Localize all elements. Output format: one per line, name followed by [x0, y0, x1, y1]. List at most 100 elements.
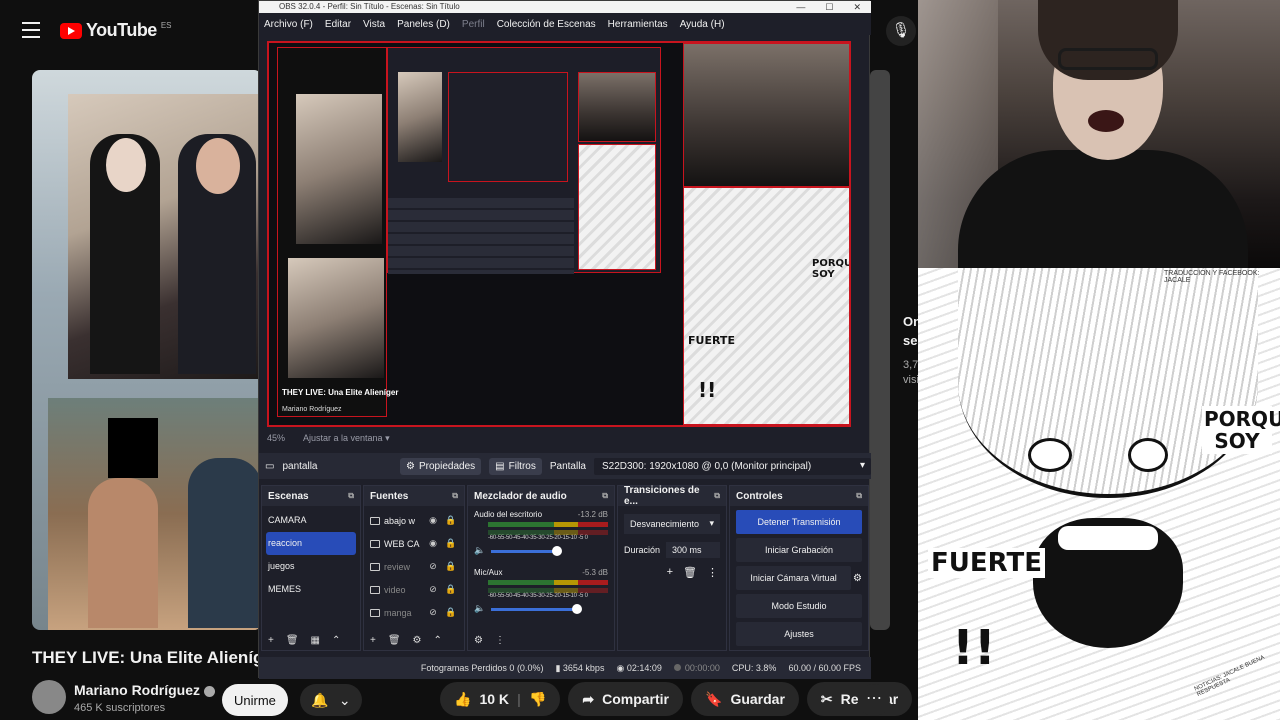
- stream-time: ◉ 02:14:09: [616, 662, 662, 673]
- video-photo-top: [68, 94, 258, 379]
- more-icon[interactable]: ⋮: [495, 635, 505, 646]
- virtual-camera-settings-icon[interactable]: ⚙: [853, 573, 862, 584]
- filter-icon: ▤: [495, 460, 505, 472]
- sidebar-video-title[interactable]: On sea: [903, 312, 919, 350]
- maximize-icon[interactable]: ☐: [825, 1, 833, 13]
- remove-source-icon[interactable]: 🗑: [388, 635, 401, 646]
- more-icon[interactable]: ⋮: [707, 566, 718, 579]
- notifications-button[interactable]: 🔔 ⌄: [300, 684, 362, 716]
- move-up-icon[interactable]: ⌃: [434, 635, 442, 646]
- speaker-icon[interactable]: 🔈: [474, 545, 485, 556]
- share-button[interactable]: ➦ Compartir: [568, 682, 684, 716]
- eye-icon[interactable]: ◉: [426, 515, 440, 526]
- menu-view[interactable]: Vista: [363, 19, 385, 30]
- dock-undock-icon[interactable]: ⧉: [856, 491, 862, 501]
- dock-undock-icon[interactable]: ⧉: [602, 491, 608, 501]
- start-virtual-camera-button[interactable]: Iniciar Cámara Virtual: [736, 566, 852, 590]
- source-item[interactable]: review ⊘ 🔒: [364, 555, 464, 578]
- eye-hidden-icon[interactable]: ⊘: [426, 584, 440, 595]
- scenes-title: Escenas: [268, 490, 309, 502]
- menu-file[interactable]: Archivo (F): [264, 19, 313, 30]
- settings-button[interactable]: Ajustes: [736, 622, 862, 646]
- menu-docks[interactable]: Paneles (D): [397, 19, 450, 30]
- display-select[interactable]: S22D300: 1920x1080 @ 0,0 (Monitor princi…: [593, 457, 871, 475]
- window-title: OBS 32.0.4 - Perfil: Sin Título - Escena…: [279, 2, 460, 11]
- remove-transition-icon[interactable]: 🗑: [683, 566, 697, 579]
- add-transition-icon[interactable]: +: [667, 566, 673, 579]
- scene-filters-icon[interactable]: ▦: [311, 635, 320, 646]
- cpu-usage: CPU: 3.8%: [731, 663, 777, 673]
- join-button[interactable]: Unirme: [222, 684, 288, 716]
- lock-icon[interactable]: 🔒: [444, 515, 458, 526]
- eye-hidden-icon[interactable]: ⊘: [426, 607, 440, 618]
- video-player[interactable]: [32, 70, 262, 630]
- like-button[interactable]: 👍 10 K | 👎: [440, 682, 561, 716]
- advanced-audio-icon[interactable]: ⚙: [474, 635, 483, 646]
- zoom-level[interactable]: 45%: [267, 433, 285, 444]
- remove-scene-icon[interactable]: 🗑: [286, 635, 299, 646]
- scene-item-memes[interactable]: MEMES: [262, 578, 360, 601]
- mixer-channel-mic: Mic/Aux -5.3 dB -60-55-50-45-40-35-30-25-…: [468, 564, 614, 618]
- source-item[interactable]: abajo w ◉ 🔒: [364, 509, 464, 532]
- thumbs-down-icon[interactable]: 👎: [529, 691, 546, 708]
- image-icon: [370, 608, 380, 617]
- verified-icon: [204, 685, 216, 697]
- save-button[interactable]: 🔖 Guardar: [691, 682, 799, 716]
- stop-streaming-button[interactable]: Detener Transmisión: [736, 510, 862, 534]
- dock-undock-icon[interactable]: ⧉: [348, 491, 354, 501]
- fit-window-select[interactable]: Ajustar a la ventana ▾: [303, 433, 390, 444]
- transition-select[interactable]: Desvanecimiento: [624, 514, 720, 534]
- menu-profile[interactable]: Perfil: [462, 19, 485, 30]
- move-up-icon[interactable]: ⌃: [332, 635, 340, 646]
- menu-edit[interactable]: Editar: [325, 19, 351, 30]
- duration-input[interactable]: 300 ms: [666, 542, 720, 558]
- scene-item-juegos[interactable]: juegos: [262, 555, 360, 578]
- menu-help[interactable]: Ayuda (H): [680, 19, 725, 30]
- volume-slider[interactable]: [491, 604, 582, 614]
- share-icon: ➦: [582, 690, 595, 707]
- source-item[interactable]: manga ⊘ 🔒: [364, 601, 464, 624]
- channel-name[interactable]: Mariano Rodríguez: [74, 682, 216, 698]
- eye-icon[interactable]: ◉: [426, 538, 440, 549]
- minimize-icon[interactable]: —: [796, 1, 805, 13]
- source-item[interactable]: video ⊘ 🔒: [364, 578, 464, 601]
- bell-icon: 🔔: [311, 691, 329, 708]
- menu-tools[interactable]: Herramientas: [608, 19, 668, 30]
- sources-dock: Fuentes ⧉ abajo w ◉ 🔒 WEB CA ◉ 🔒 review ⊘ 🔒 vid…: [363, 485, 465, 651]
- dock-undock-icon[interactable]: ⧉: [452, 491, 458, 501]
- lock-icon[interactable]: 🔒: [444, 561, 458, 572]
- scene-item-reaccion[interactable]: reaccion: [266, 532, 356, 555]
- sidebar-thumbnail[interactable]: [870, 70, 890, 630]
- add-source-icon[interactable]: +: [370, 635, 376, 646]
- volume-meter: [488, 580, 608, 585]
- volume-slider[interactable]: [491, 546, 562, 556]
- start-recording-button[interactable]: Iniciar Grabación: [736, 538, 862, 562]
- scenes-dock: Escenas ⧉ CAMARA reaccion juegos MEMES + …: [261, 485, 361, 651]
- obs-preview[interactable]: THEY LIVE: Una Elite Alieníger Mariano R…: [267, 41, 851, 427]
- channel-avatar[interactable]: [32, 680, 66, 714]
- close-icon[interactable]: ✕: [853, 1, 861, 13]
- youtube-logo[interactable]: YouTube ES: [60, 20, 172, 41]
- studio-mode-button[interactable]: Modo Estudio: [736, 594, 862, 618]
- volume-meter: [488, 522, 608, 527]
- properties-button[interactable]: ⚙ Propiedades: [400, 457, 482, 475]
- channel-name: Audio del escritorio: [474, 510, 543, 519]
- hamburger-menu-icon[interactable]: [22, 22, 40, 38]
- speaker-icon[interactable]: 🔈: [474, 603, 485, 614]
- source-settings-icon[interactable]: ⚙: [413, 635, 422, 646]
- microphone-icon[interactable]: 🎙: [886, 16, 916, 46]
- preview-video-title: THEY LIVE: Una Elite Alieníger: [282, 388, 399, 397]
- scene-item-camara[interactable]: CAMARA: [262, 509, 360, 532]
- filters-button[interactable]: ▤ Filtros: [489, 457, 542, 475]
- add-scene-icon[interactable]: +: [268, 635, 274, 646]
- lock-icon[interactable]: 🔒: [444, 584, 458, 595]
- lock-icon[interactable]: 🔒: [444, 538, 458, 549]
- dock-undock-icon[interactable]: ⧉: [714, 491, 720, 501]
- eye-hidden-icon[interactable]: ⊘: [426, 561, 440, 572]
- record-icon: [673, 664, 681, 671]
- more-options-icon[interactable]: ⋯: [858, 684, 890, 716]
- lock-icon[interactable]: 🔒: [444, 607, 458, 618]
- preview-nested-webcam: [578, 72, 656, 142]
- source-item[interactable]: WEB CA ◉ 🔒: [364, 532, 464, 555]
- menu-scene-collection[interactable]: Colección de Escenas: [497, 19, 596, 30]
